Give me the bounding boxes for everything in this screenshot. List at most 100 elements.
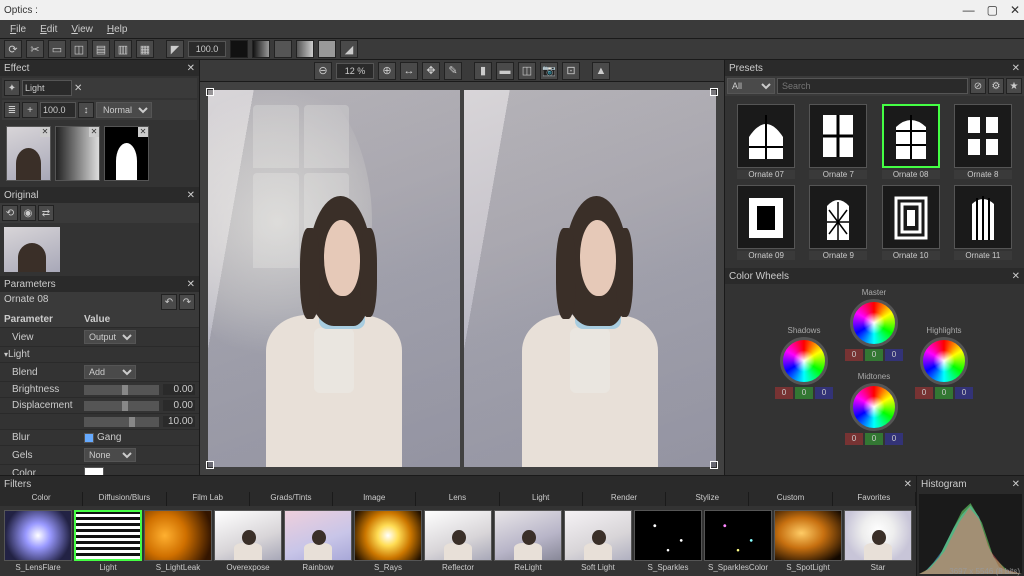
close-button[interactable]: ✕ <box>1010 3 1020 17</box>
reset-icon[interactable]: ⟲ <box>2 205 18 221</box>
gang-checkbox[interactable] <box>84 433 94 443</box>
filter-tab[interactable]: Diffusion/Blurs <box>83 492 166 506</box>
split-v-icon[interactable]: ▮ <box>474 62 492 80</box>
displacement-slider[interactable] <box>84 401 159 411</box>
filter-tab[interactable]: Color <box>0 492 83 506</box>
swatch-light[interactable] <box>318 40 336 58</box>
filter-tab[interactable]: Image <box>333 492 416 506</box>
filter-item[interactable]: Star <box>844 510 912 572</box>
preset-item[interactable]: Ornate 08 <box>878 104 944 179</box>
close-icon[interactable]: ✕ <box>1012 271 1020 282</box>
opacity-input[interactable] <box>188 41 226 57</box>
close-icon[interactable]: ✕ <box>904 479 912 490</box>
undo-icon[interactable]: ↶ <box>161 294 177 310</box>
close-icon[interactable]: ✕ <box>187 279 195 290</box>
midtones-wheel[interactable]: Midtones 000 <box>845 372 903 445</box>
minimize-button[interactable]: — <box>963 3 975 17</box>
layers-icon[interactable]: ≣ <box>4 102 20 118</box>
delete-icon[interactable]: ✕ <box>74 83 82 94</box>
gear-icon[interactable]: ⚙ <box>988 78 1004 94</box>
ray-icon[interactable]: ✦ <box>4 80 20 96</box>
add-icon[interactable]: + <box>22 102 38 118</box>
camera-icon[interactable]: ◉ <box>20 205 36 221</box>
compare-icon[interactable]: ⇄ <box>38 205 54 221</box>
crop-handle[interactable] <box>710 88 718 96</box>
menu-edit[interactable]: Edit <box>34 22 63 37</box>
ramp-icon[interactable]: ◢ <box>340 40 358 58</box>
histogram-toggle-icon[interactable]: ▲ <box>592 62 610 80</box>
filter-item[interactable]: Reflector <box>424 510 492 572</box>
swatch-black[interactable] <box>230 40 248 58</box>
zoom-in-icon[interactable]: ⊕ <box>378 62 396 80</box>
preset-item[interactable]: Ornate 9 <box>805 185 871 260</box>
effect-opacity-input[interactable] <box>40 102 76 118</box>
menu-file[interactable]: File <box>4 22 32 37</box>
effect-name-input[interactable] <box>22 80 72 96</box>
preset-item[interactable]: Ornate 07 <box>733 104 799 179</box>
link-icon[interactable]: ↕ <box>78 102 94 118</box>
layer-thumb[interactable]: ✕ <box>6 126 51 181</box>
viewport[interactable] <box>200 82 724 475</box>
layout3-icon[interactable]: ▥ <box>114 40 132 58</box>
transform-icon[interactable]: ⊡ <box>562 62 580 80</box>
preset-item[interactable]: Ornate 7 <box>805 104 871 179</box>
close-icon[interactable]: ✕ <box>1012 63 1020 74</box>
preset-filter-select[interactable]: All <box>727 78 775 94</box>
param-light-group[interactable]: Light <box>0 347 80 363</box>
blend-select[interactable]: Add <box>84 365 136 379</box>
close-icon[interactable]: ✕ <box>89 127 99 137</box>
highlights-wheel[interactable]: Highlights 000 <box>915 326 973 399</box>
filter-item[interactable]: S_SparklesColor <box>704 510 772 572</box>
move-icon[interactable]: ✥ <box>422 62 440 80</box>
layout1-icon[interactable]: ◫ <box>70 40 88 58</box>
close-icon[interactable]: ✕ <box>1012 479 1020 490</box>
preset-item[interactable]: Ornate 10 <box>878 185 944 260</box>
redo-icon[interactable]: ↷ <box>179 294 195 310</box>
swatch-gray[interactable] <box>274 40 292 58</box>
filter-item[interactable]: S_LensFlare <box>4 510 72 572</box>
eyedropper-icon[interactable]: ✎ <box>444 62 462 80</box>
layer-thumb[interactable]: ✕ <box>104 126 149 181</box>
preset-search-input[interactable] <box>777 78 968 94</box>
filter-tab[interactable]: Custom <box>749 492 832 506</box>
filter-tab[interactable]: Render <box>583 492 666 506</box>
filter-tab[interactable]: Favorites <box>833 492 916 506</box>
zoom-input[interactable] <box>336 63 374 79</box>
gels-select[interactable]: None <box>84 448 136 462</box>
mask-icon[interactable]: ◤ <box>166 40 184 58</box>
filter-tab[interactable]: Stylize <box>666 492 749 506</box>
swatch-grad2[interactable] <box>296 40 314 58</box>
filter-tab[interactable]: Grads/Tints <box>250 492 333 506</box>
ab-icon[interactable]: ◫ <box>518 62 536 80</box>
rect-icon[interactable]: ▭ <box>48 40 66 58</box>
close-icon[interactable]: ✕ <box>187 63 195 74</box>
preset-item[interactable]: Ornate 11 <box>950 185 1016 260</box>
blend-mode-select[interactable]: Normal <box>96 102 152 118</box>
filter-item[interactable]: S_LightLeak <box>144 510 212 572</box>
shadows-wheel[interactable]: Shadows 000 <box>775 326 833 399</box>
filter-item[interactable]: S_Rays <box>354 510 422 572</box>
view-select[interactable]: Output <box>84 330 136 344</box>
filter-tab[interactable]: Lens <box>416 492 499 506</box>
clear-icon[interactable]: ⊘ <box>970 78 986 94</box>
filter-item[interactable]: Overexpose <box>214 510 282 572</box>
original-thumb[interactable] <box>4 227 60 272</box>
filter-item[interactable]: Rainbow <box>284 510 352 572</box>
filter-item[interactable]: ReLight <box>494 510 562 572</box>
star-icon[interactable]: ★ <box>1006 78 1022 94</box>
preset-item[interactable]: Ornate 8 <box>950 104 1016 179</box>
brightness-slider[interactable] <box>84 385 159 395</box>
zoom-out-icon[interactable]: ⊖ <box>314 62 332 80</box>
snapshot-icon[interactable]: 📷 <box>540 62 558 80</box>
filter-tab[interactable]: Film Lab <box>167 492 250 506</box>
refresh-icon[interactable]: ⟳ <box>4 40 22 58</box>
master-wheel[interactable]: Master 000 <box>845 288 903 361</box>
close-icon[interactable]: ✕ <box>187 190 195 201</box>
crop-handle[interactable] <box>206 461 214 469</box>
layout4-icon[interactable]: ▦ <box>136 40 154 58</box>
filter-item[interactable]: S_Sparkles <box>634 510 702 572</box>
color-swatch[interactable] <box>84 467 104 475</box>
layer-thumb[interactable]: ✕ <box>55 126 100 181</box>
crop-handle[interactable] <box>710 461 718 469</box>
close-icon[interactable]: ✕ <box>40 127 50 137</box>
